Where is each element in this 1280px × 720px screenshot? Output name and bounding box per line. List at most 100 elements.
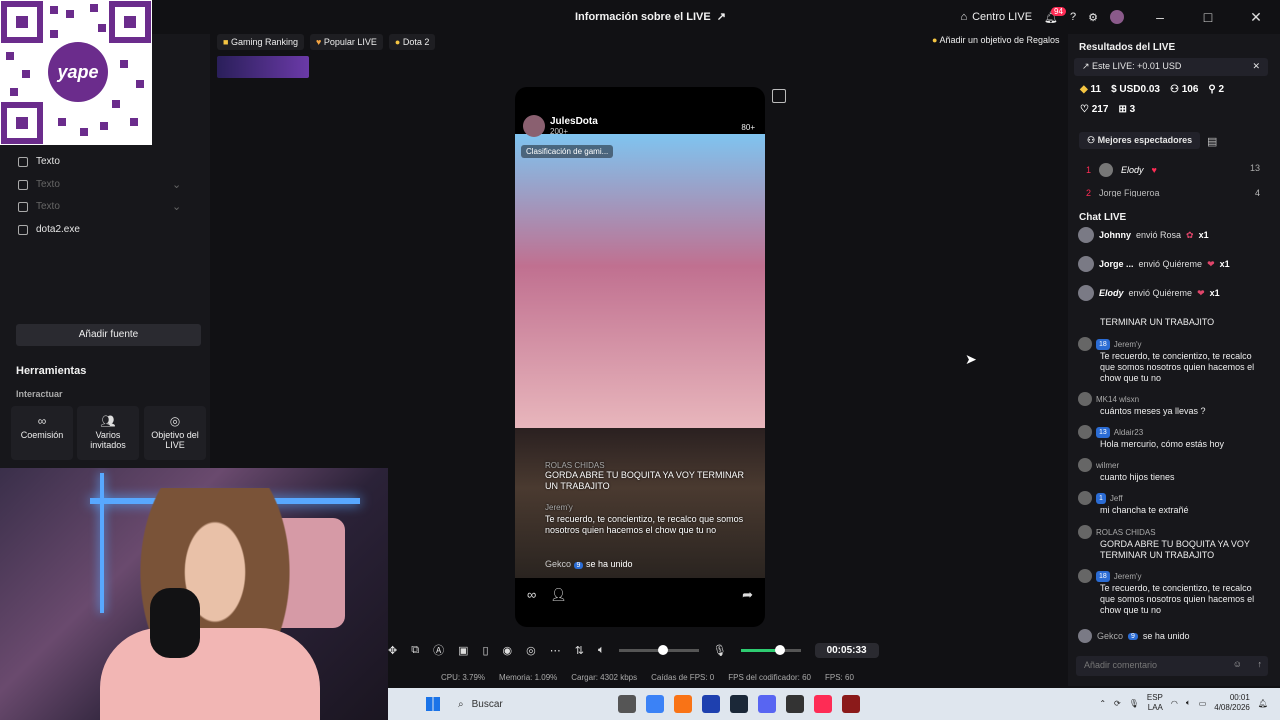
share-arrow-icon[interactable]: ➦ bbox=[742, 587, 753, 603]
source-item[interactable]: dota2.exe bbox=[18, 224, 80, 235]
notifications-button[interactable]: 🔔︎ 94 bbox=[1044, 6, 1066, 24]
send-icon[interactable]: ↑ bbox=[1258, 659, 1263, 669]
discord-icon[interactable] bbox=[758, 695, 776, 713]
text-source-icon bbox=[18, 179, 28, 190]
cohost-button[interactable]: ∞ Coemisión bbox=[11, 406, 73, 460]
home-icon: ⌂ bbox=[960, 11, 968, 23]
settings-button[interactable]: ⚙ bbox=[1088, 11, 1098, 24]
list-icon[interactable]: ▤ bbox=[1207, 135, 1217, 148]
emoji-icon[interactable]: ☺ bbox=[1233, 659, 1242, 669]
close-button[interactable]: ✕ bbox=[1232, 9, 1280, 26]
camera-settings-icon[interactable]: ◎ bbox=[526, 644, 536, 657]
avatar bbox=[1078, 491, 1092, 505]
best-viewers-tab[interactable]: ⚇ Mejores espectadores bbox=[1079, 132, 1201, 149]
chevron-down-icon[interactable]: ⌄ bbox=[172, 200, 181, 213]
close-icon[interactable]: ✕ bbox=[1252, 61, 1260, 73]
speaker-icon[interactable]: 🔈︎ bbox=[598, 644, 605, 657]
phone-icon[interactable]: ▯ bbox=[482, 644, 488, 657]
yape-qr-code: yape bbox=[0, 0, 152, 145]
tag-gaming-ranking[interactable]: ■ Gaming Ranking bbox=[217, 34, 304, 50]
screen-icon[interactable]: ▣ bbox=[458, 644, 468, 657]
sync-icon[interactable]: ⟳ bbox=[1114, 699, 1121, 708]
store-icon[interactable] bbox=[702, 695, 720, 713]
coin-icon: $ bbox=[1111, 84, 1117, 95]
stats-row: ♡ 217 ⊞ 3 bbox=[1080, 104, 1136, 115]
heart-icon: ♡ bbox=[1080, 104, 1089, 115]
notification-badge: 94 bbox=[1051, 6, 1066, 16]
volume-knob[interactable] bbox=[657, 644, 668, 655]
camera-feed bbox=[515, 134, 765, 428]
source-item[interactable]: Texto bbox=[18, 156, 60, 167]
copilot-icon[interactable] bbox=[646, 695, 664, 713]
chat-message: 1 Jeff mi chancha te extrañé bbox=[1078, 491, 1264, 516]
link-icon: ∞ bbox=[37, 414, 47, 428]
microphone bbox=[150, 588, 200, 658]
record-icon[interactable]: ◉ bbox=[503, 644, 513, 657]
comment-input[interactable]: Añadir comentario ☺ ↑ bbox=[1076, 656, 1268, 676]
tools-title: Herramientas bbox=[16, 365, 87, 377]
chat-message: TERMINAR UN TRABAJITO bbox=[1100, 317, 1215, 327]
link-icon[interactable]: ∞ bbox=[527, 587, 536, 603]
people-icon[interactable]: 👤︎ bbox=[550, 587, 567, 603]
minimize-button[interactable]: – bbox=[1136, 9, 1184, 25]
search-icon: ⌕ bbox=[458, 698, 464, 710]
add-gift-goal-button[interactable]: ● Añadir un objetivo de Regalos bbox=[932, 35, 1060, 45]
diamond-icon: ◆ bbox=[1080, 84, 1088, 95]
mic-icon[interactable]: 🎙︎ bbox=[1129, 699, 1139, 708]
source-item[interactable]: Texto bbox=[18, 201, 60, 212]
mic-slider[interactable] bbox=[740, 644, 801, 655]
rose-icon: ✿ bbox=[1186, 229, 1194, 240]
mic-icon[interactable]: 🎙︎ bbox=[713, 644, 727, 657]
centro-live-button[interactable]: ⌂ Centro LIVE bbox=[960, 11, 1032, 23]
notification-icon[interactable]: 🔔︎ bbox=[1258, 699, 1268, 708]
live-goal-button[interactable]: ◎ Objetivo del LIVE bbox=[144, 406, 206, 460]
chat-message: 18 Jerem'y Te recuerdo, te concientizo, t… bbox=[1078, 337, 1264, 384]
windows-start-icon[interactable] bbox=[426, 697, 440, 711]
tag-popular-live[interactable]: ♥ Popular LIVE bbox=[309, 34, 383, 50]
tiktok-icon[interactable] bbox=[814, 695, 832, 713]
stream-preview: JulesDota 200+ 80+ Clasificación de gami… bbox=[515, 87, 765, 627]
move-icon[interactable]: ✥ bbox=[388, 644, 397, 657]
wifi-icon[interactable]: ◠ bbox=[1171, 699, 1178, 708]
more-icon[interactable]: ⋯ bbox=[550, 644, 561, 657]
app-icon[interactable] bbox=[786, 695, 804, 713]
svg-text:yape: yape bbox=[56, 62, 98, 82]
mixer-icon[interactable]: ⇅ bbox=[575, 644, 584, 657]
page-title[interactable]: Información sobre el LIVE ↗ bbox=[575, 10, 726, 24]
chevron-down-icon[interactable]: ⌄ bbox=[172, 178, 181, 191]
taskbar-search[interactable]: ⌕ Buscar bbox=[458, 699, 608, 710]
dota-icon[interactable] bbox=[842, 695, 860, 713]
heart-gift-icon: ❤ bbox=[1207, 258, 1215, 269]
avatar bbox=[1078, 458, 1092, 472]
avatar[interactable] bbox=[1110, 10, 1124, 24]
brave-icon[interactable] bbox=[674, 695, 692, 713]
help-button[interactable]: ? bbox=[1070, 11, 1076, 23]
chevron-up-icon[interactable]: ⌃ bbox=[1099, 699, 1106, 708]
heart-badge-icon: ♥ bbox=[1151, 165, 1157, 175]
window-source-icon bbox=[18, 224, 28, 235]
add-source-button[interactable]: Añadir fuente bbox=[16, 324, 201, 346]
multi-guest-button[interactable]: 👥︎ Varios invitados bbox=[77, 406, 139, 460]
gift-notice: Jorge ... envió Quiéreme ❤ x1 bbox=[1078, 256, 1230, 272]
task-view-icon[interactable] bbox=[618, 695, 636, 713]
source-item[interactable]: Texto bbox=[18, 179, 60, 190]
tag-dota-2[interactable]: ● Dota 2 bbox=[388, 34, 436, 50]
crop-icon[interactable]: ⧉ bbox=[411, 644, 419, 657]
volume-slider[interactable] bbox=[618, 644, 699, 655]
edit-layout-icon[interactable] bbox=[772, 89, 786, 103]
clock[interactable]: 00:01 4/08/2026 bbox=[1214, 693, 1250, 713]
maximize-button[interactable]: □ bbox=[1184, 9, 1232, 25]
ai-icon[interactable]: Ⓐ bbox=[433, 642, 444, 658]
mic-knob[interactable] bbox=[774, 644, 785, 655]
preview-actions: ∞ 👤︎ bbox=[527, 587, 567, 603]
steam-icon[interactable] bbox=[730, 695, 748, 713]
help-icon: ? bbox=[1070, 11, 1077, 23]
target-icon: ◎ bbox=[169, 414, 181, 428]
battery-icon[interactable]: ▭ bbox=[1199, 699, 1207, 708]
avatar bbox=[1078, 337, 1092, 351]
person-add-icon: ⚲ bbox=[1208, 84, 1216, 95]
avatar bbox=[1078, 227, 1094, 243]
led-strip bbox=[100, 473, 104, 613]
speaker-icon[interactable]: 🔈︎ bbox=[1186, 698, 1191, 708]
webcam-overlay bbox=[0, 468, 388, 720]
